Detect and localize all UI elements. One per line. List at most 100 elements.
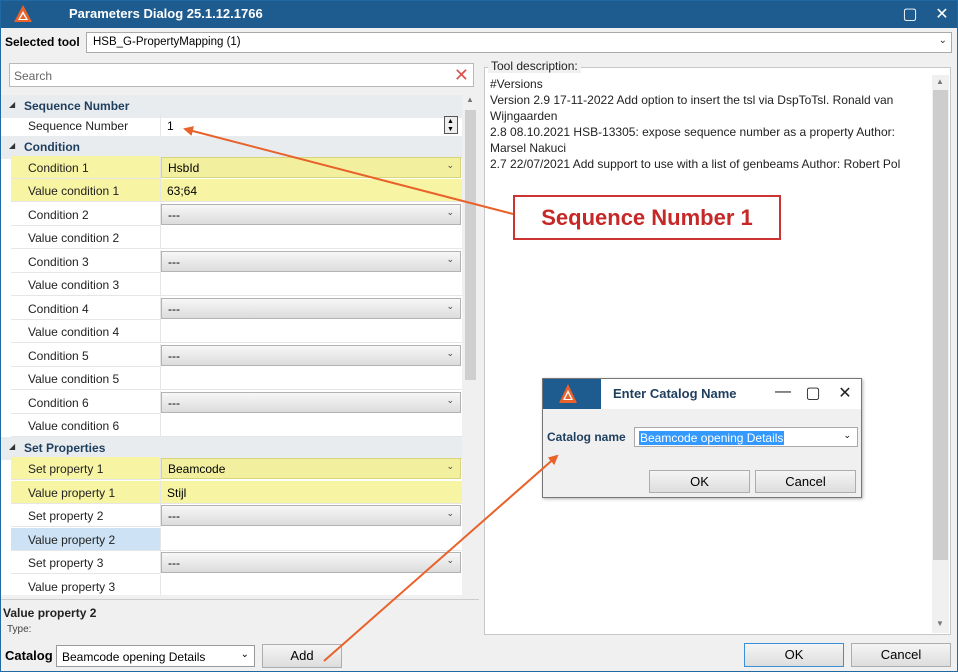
tool-description-label: Tool description: (488, 59, 581, 73)
property-name[interactable]: Value property 3 (11, 575, 161, 595)
property-grid-scrollbar[interactable]: ▲ (462, 95, 479, 595)
value-condition-4-input[interactable] (161, 320, 462, 343)
row-value-condition-5: Value condition 5 (1, 367, 462, 390)
enter-catalog-name-dialog: Enter Catalog Name — ▢ ✕ Catalog name Be… (542, 378, 862, 498)
property-name[interactable]: Set property 3 (11, 551, 161, 574)
condition-2-select[interactable]: --- ⌄ (161, 204, 461, 225)
row-set-property-1: Set property 1 Beamcode ⌄ (1, 457, 462, 480)
row-condition-2: Condition 2 --- ⌄ (1, 203, 462, 226)
value-condition-3-input[interactable] (161, 273, 462, 296)
ok-button[interactable]: OK (744, 643, 844, 667)
property-name[interactable]: Set property 2 (11, 504, 161, 527)
selected-tool-combo[interactable]: HSB_G-PropertyMapping (1) ⌄ (86, 32, 952, 53)
row-value-condition-3: Value condition 3 (1, 273, 462, 296)
set-property-3-select[interactable]: --- ⌄ (161, 552, 461, 573)
property-name[interactable]: Value condition 2 (11, 226, 161, 249)
value-condition-2-input[interactable] (161, 226, 462, 249)
close-icon[interactable]: ✕ (831, 383, 859, 403)
catalog-cancel-button[interactable]: Cancel (755, 470, 856, 493)
catalog-select[interactable]: Beamcode opening Details ⌄ (56, 645, 255, 667)
search-input[interactable]: Search ✕ (9, 63, 474, 87)
property-name[interactable]: Sequence Number (11, 114, 161, 137)
set-property-2-select[interactable]: --- ⌄ (161, 505, 461, 526)
catalog-label: Catalog (5, 648, 53, 663)
property-name[interactable]: Value property 2 (11, 528, 161, 551)
condition-4-select[interactable]: --- ⌄ (161, 298, 461, 319)
chevron-down-icon: ⌄ (938, 35, 947, 46)
chevron-down-icon: ⌄ (446, 301, 454, 311)
tool-description-text: #Versions Version 2.9 17-11-2022 Add opt… (490, 77, 901, 171)
scroll-up-icon[interactable]: ▲ (936, 77, 944, 86)
chevron-down-icon: ⌄ (446, 508, 454, 518)
property-name[interactable]: Value condition 6 (11, 414, 161, 437)
property-name[interactable]: Value condition 4 (11, 320, 161, 343)
value-property-2-input[interactable] (161, 528, 462, 551)
row-condition-5: Condition 5 --- ⌄ (1, 344, 462, 367)
row-value-condition-2: Value condition 2 (1, 226, 462, 249)
cancel-button[interactable]: Cancel (851, 643, 951, 667)
close-icon[interactable]: ✕ (927, 1, 957, 28)
condition-3-select[interactable]: --- ⌄ (161, 251, 461, 272)
chevron-down-icon: ⌄ (446, 348, 454, 358)
property-name[interactable]: Condition 1 (11, 156, 161, 179)
property-name[interactable]: Value property 1 (11, 481, 161, 504)
row-value-property-3: Value property 3 (1, 575, 462, 595)
property-name[interactable]: Value condition 3 (11, 273, 161, 296)
scroll-up-icon[interactable]: ▲ (466, 95, 474, 104)
property-name[interactable]: Condition 4 (11, 297, 161, 320)
selected-tool-value: HSB_G-PropertyMapping (1) (93, 36, 241, 48)
minimize-icon[interactable]: — (769, 383, 797, 401)
scroll-down-icon[interactable]: ▼ (936, 619, 944, 628)
property-grid: ◢ Sequence Number Sequence Number 1 ▲ ▼ ◢… (1, 95, 479, 595)
stepper-icon[interactable]: ▲ ▼ (444, 116, 458, 134)
condition-5-select[interactable]: --- ⌄ (161, 345, 461, 366)
chevron-down-icon: ⌄ (240, 649, 249, 660)
condition-1-select[interactable]: HsbId ⌄ (161, 157, 461, 178)
row-value-property-1: Value property 1 Stijl (1, 481, 462, 504)
chevron-down-icon: ⌄ (446, 160, 454, 170)
collapse-triangle-icon[interactable]: ◢ (9, 442, 15, 451)
property-help-pane: Value property 2 Type: (1, 599, 479, 635)
maximize-icon[interactable]: ▢ (895, 1, 925, 28)
row-sequence-number: Sequence Number 1 ▲ ▼ (1, 114, 462, 137)
chevron-down-icon: ⌄ (446, 555, 454, 565)
description-scrollbar[interactable]: ▲ ▼ (932, 75, 949, 633)
property-name[interactable]: Condition 5 (11, 344, 161, 367)
scrollbar-thumb[interactable] (465, 110, 476, 380)
row-value-condition-4: Value condition 4 (1, 320, 462, 343)
row-condition-6: Condition 6 --- ⌄ (1, 391, 462, 414)
row-value-condition-6: Value condition 6 (1, 414, 462, 437)
value-condition-5-input[interactable] (161, 367, 462, 390)
property-name[interactable]: Value condition 5 (11, 367, 161, 390)
catalog-ok-button[interactable]: OK (649, 470, 750, 493)
property-name[interactable]: Condition 6 (11, 391, 161, 414)
parameters-dialog-window: Parameters Dialog 25.1.12.1766 ▢ ✕ Selec… (0, 0, 958, 672)
maximize-icon[interactable]: ▢ (799, 383, 827, 403)
scrollbar-thumb[interactable] (933, 90, 948, 560)
clear-search-icon[interactable]: ✕ (454, 65, 469, 85)
property-name[interactable]: Set property 1 (11, 457, 161, 480)
collapse-triangle-icon[interactable]: ◢ (9, 100, 15, 109)
value-condition-1-input[interactable]: 63;64 (161, 179, 462, 202)
catalog-name-label: Catalog name (547, 430, 626, 444)
property-name[interactable]: Condition 2 (11, 203, 161, 226)
property-name[interactable]: Condition 3 (11, 250, 161, 273)
row-condition-1: Condition 1 HsbId ⌄ (1, 156, 462, 179)
set-property-1-select[interactable]: Beamcode ⌄ (161, 458, 461, 479)
value-property-1-input[interactable]: Stijl (161, 481, 462, 504)
row-value-property-2: Value property 2 (1, 528, 462, 551)
sequence-number-input[interactable]: 1 ▲ ▼ (161, 114, 462, 137)
value-property-3-input[interactable] (161, 575, 462, 595)
catalog-dialog-title: Enter Catalog Name (613, 386, 737, 401)
property-name[interactable]: Value condition 1 (11, 179, 161, 202)
collapse-triangle-icon[interactable]: ◢ (9, 141, 15, 150)
catalog-name-input[interactable]: Beamcode opening Details ⌄ (634, 427, 858, 447)
chevron-down-icon: ⌄ (446, 254, 454, 264)
help-title: Value property 2 (3, 606, 97, 620)
row-value-condition-1: Value condition 1 63;64 (1, 179, 462, 202)
add-catalog-button[interactable]: Add (262, 644, 342, 668)
value-condition-6-input[interactable] (161, 414, 462, 437)
condition-6-select[interactable]: --- ⌄ (161, 392, 461, 413)
catalog-dialog-title-bar: Enter Catalog Name — ▢ ✕ (543, 379, 861, 409)
title-bar: Parameters Dialog 25.1.12.1766 ▢ ✕ (1, 1, 957, 28)
